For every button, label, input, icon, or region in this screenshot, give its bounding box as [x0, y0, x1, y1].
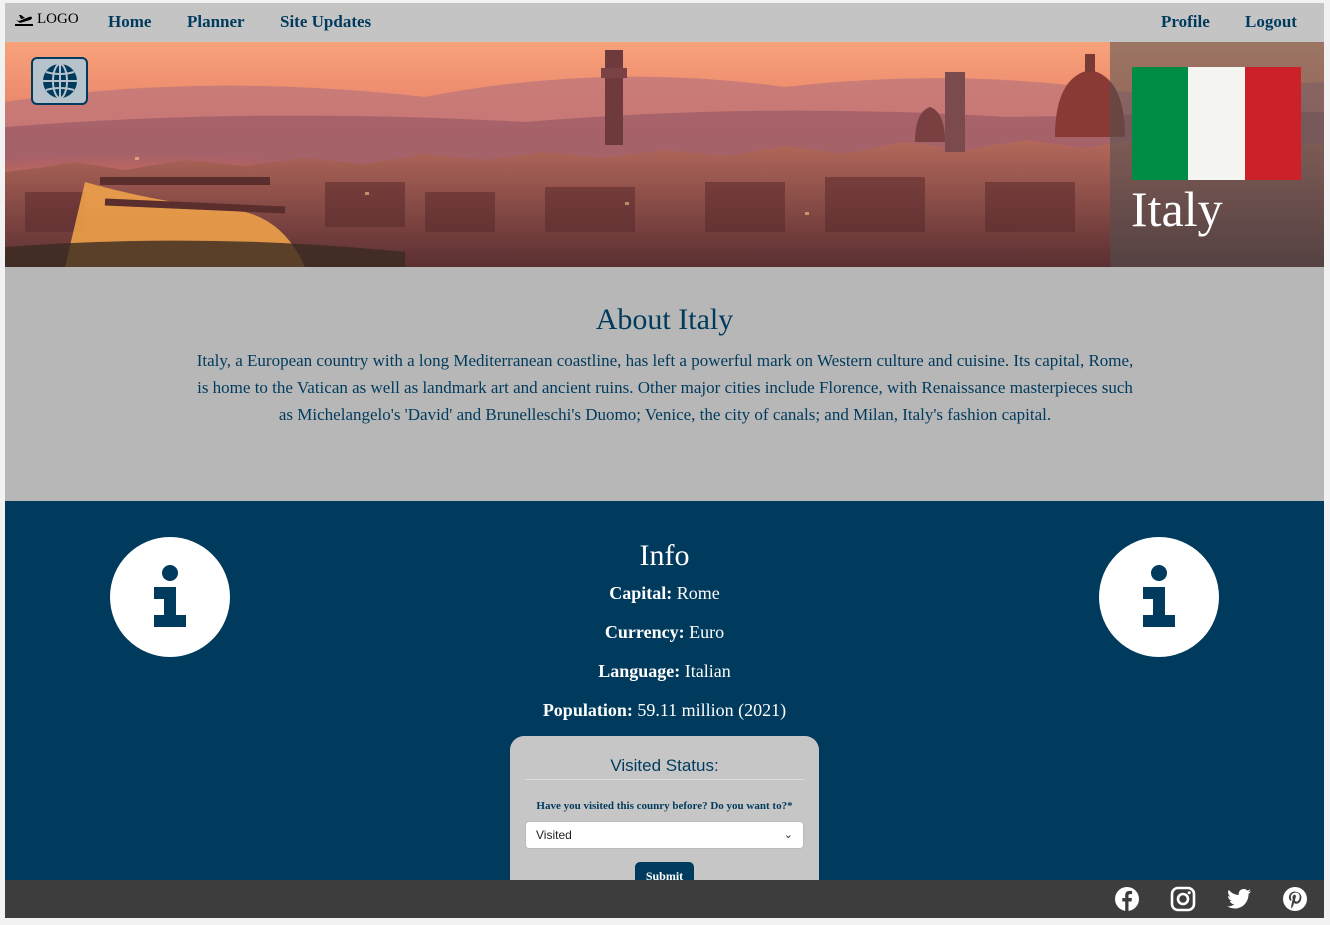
visited-question: Have you visited this counry before? Do … — [536, 800, 793, 812]
page-frame: LOGO Home Planner Site Updates Profile L… — [5, 3, 1324, 918]
logo[interactable]: LOGO — [14, 11, 79, 28]
nav-logout[interactable]: Logout — [1245, 12, 1297, 32]
country-panel: Italy — [1110, 42, 1324, 267]
fact-value: 59.11 million (2021) — [637, 700, 787, 720]
logo-label: LOGO — [37, 11, 79, 27]
top-nav: LOGO Home Planner Site Updates Profile L… — [5, 3, 1324, 42]
nav-site-updates[interactable]: Site Updates — [280, 12, 371, 32]
fact-label: Language: — [598, 661, 681, 681]
about-section: About Italy Italy, a European country wi… — [5, 267, 1324, 501]
nav-profile[interactable]: Profile — [1161, 12, 1210, 32]
fact-label: Currency: — [604, 622, 685, 642]
fact-label: Capital: — [609, 583, 673, 603]
about-heading: About Italy — [595, 303, 734, 336]
info-section: Info Capital: Rome Currency: Euro Langua… — [5, 501, 1324, 896]
globe-icon — [42, 63, 77, 99]
fact-population: Population: 59.11 million (2021) — [5, 700, 1324, 721]
fact-capital: Capital: Rome — [5, 583, 1324, 604]
twitter-icon[interactable] — [1226, 886, 1252, 912]
airplane-icon — [15, 14, 33, 26]
nav-home[interactable]: Home — [108, 12, 151, 32]
fact-value: Italian — [684, 661, 731, 681]
fact-label: Population: — [542, 700, 633, 720]
visited-status-card: Visited Status: Have you visited this co… — [510, 736, 819, 896]
nav-planner[interactable]: Planner — [187, 12, 245, 32]
visited-select-value: Visited — [536, 828, 572, 842]
visited-select[interactable]: Visited ⌄ — [525, 821, 804, 849]
fact-currency: Currency: Euro — [5, 622, 1324, 643]
hero-banner: Italy — [5, 42, 1324, 267]
facebook-icon[interactable] — [1114, 886, 1140, 912]
globe-button[interactable] — [31, 57, 88, 105]
country-name: Italy — [1131, 181, 1223, 237]
pinterest-icon[interactable] — [1282, 886, 1308, 912]
flag-stripe-white — [1188, 67, 1245, 180]
visited-status-title: Visited Status: — [525, 756, 804, 780]
about-text: Italy, a European country with a long Me… — [196, 351, 1134, 424]
flag-stripe-green — [1132, 67, 1189, 180]
info-heading: Info — [639, 539, 690, 572]
fact-value: Rome — [676, 583, 720, 603]
flag-stripe-red — [1244, 67, 1301, 180]
italy-flag — [1132, 67, 1301, 180]
chevron-down-icon: ⌄ — [783, 829, 793, 841]
fact-value: Euro — [689, 622, 725, 642]
fact-language: Language: Italian — [5, 661, 1324, 682]
instagram-icon[interactable] — [1170, 886, 1196, 912]
footer — [5, 880, 1324, 918]
